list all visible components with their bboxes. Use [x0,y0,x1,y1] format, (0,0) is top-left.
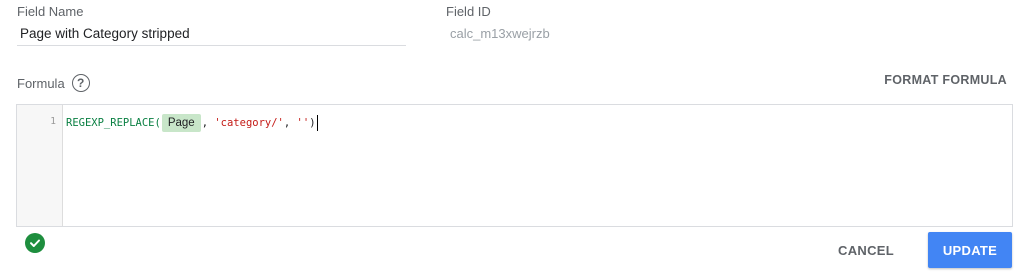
pattern-string: 'category/' [214,116,284,129]
code-line: REGEXP_REPLACE( Page , 'category/' , '' … [66,112,318,133]
field-name-input[interactable]: Page with Category stripped [17,24,406,46]
text-cursor [316,114,318,131]
check-circle-icon [25,233,45,253]
field-id-value: calc_m13xwejrzb [450,26,550,41]
formula-label-row: Formula ? [17,72,90,94]
format-formula-button[interactable]: FORMAT FORMULA [884,73,1007,87]
formula-editor[interactable]: 1 REGEXP_REPLACE( Page , 'category/' , '… [16,104,1013,227]
checkmark-icon [30,239,40,247]
code-area[interactable]: REGEXP_REPLACE( Page , 'category/' , '' … [63,105,1012,226]
field-name-label: Field Name [17,4,84,19]
formula-label: Formula [17,75,65,91]
cancel-button[interactable]: CANCEL [830,232,902,268]
update-button[interactable]: UPDATE [928,232,1012,268]
field-chip-page[interactable]: Page [161,113,201,132]
function-name: REGEXP_REPLACE( [66,116,161,129]
replacement-string: '' [296,116,310,129]
separator: , [283,116,297,129]
separator: , [201,116,215,129]
line-number: 1 [50,116,56,127]
line-number-gutter: 1 [17,105,63,226]
help-circle-icon[interactable]: ? [71,74,90,92]
field-id-label: Field ID [446,4,491,19]
close-paren: ) [309,116,316,129]
